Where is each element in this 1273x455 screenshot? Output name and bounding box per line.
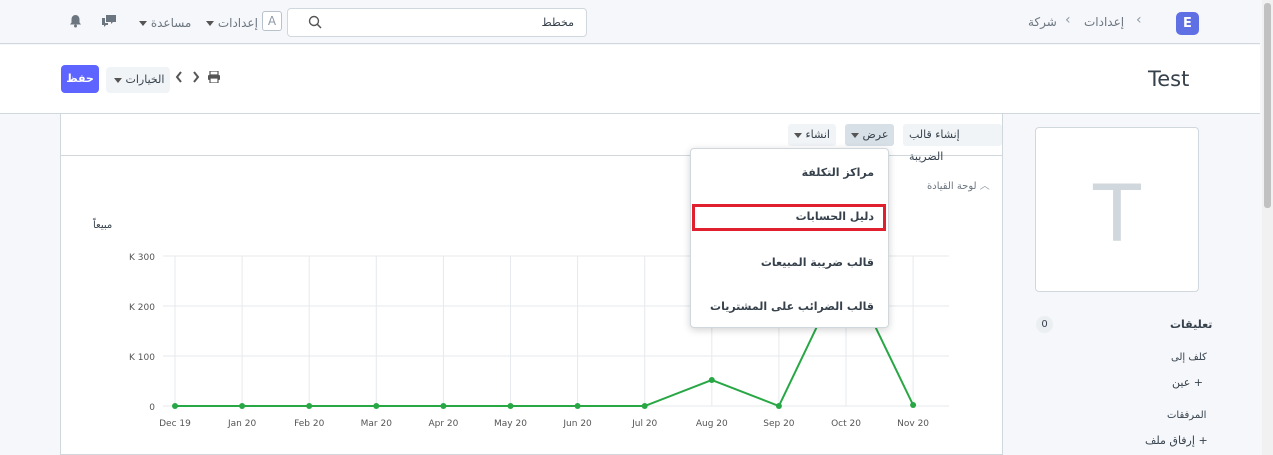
assigned-to-label: كلف إلى (1171, 352, 1207, 363)
highlight-box (692, 204, 886, 231)
y-tick-label: K 200 (129, 303, 155, 313)
save-button[interactable]: حفظ (61, 65, 99, 93)
breadcrumb-settings[interactable]: إعدادات (1084, 15, 1124, 29)
attach-file-link[interactable]: إرفاق ملف + (1145, 434, 1208, 447)
data-point[interactable] (507, 403, 514, 409)
chart-y-label: مبيعاً (93, 217, 112, 231)
x-tick-label: Oct 20 (831, 419, 861, 429)
x-tick-label: Jun 20 (562, 419, 592, 429)
chevron-left-icon: ‹ (1136, 12, 1142, 28)
chevron-left-icon: ‹ (1065, 12, 1071, 28)
breadcrumb-company[interactable]: شركة (1028, 15, 1057, 29)
x-tick-label: Nov 20 (897, 419, 929, 429)
scrollbar-thumb[interactable] (1264, 3, 1271, 208)
data-point[interactable] (775, 403, 782, 409)
data-point[interactable] (373, 403, 380, 409)
caret-down-icon (114, 77, 122, 83)
create-dropdown[interactable]: انشاء (788, 124, 836, 146)
data-point[interactable] (172, 403, 178, 409)
x-tick-label: Apr 20 (428, 419, 458, 429)
data-point[interactable] (306, 403, 313, 409)
data-point[interactable] (641, 403, 648, 409)
dashboard-label: لوحة القيادة (927, 181, 977, 192)
caret-down-icon (206, 21, 214, 26)
dashboard-toggle[interactable]: لوحة القيادة ︿ (927, 177, 990, 192)
comments-label: تعليقات (1170, 318, 1213, 331)
page-head: Test حفظ الخيارات (0, 45, 1260, 114)
print-icon[interactable] (207, 70, 221, 86)
data-point[interactable] (239, 403, 246, 409)
x-tick-label: Mar 20 (361, 419, 393, 429)
search-value: مخطط (541, 16, 574, 29)
create-label: انشاء (805, 128, 830, 141)
next-icon[interactable] (192, 71, 200, 86)
caret-down-icon (794, 132, 802, 138)
view-dropdown[interactable]: عرض (845, 124, 895, 146)
settings-dropdown[interactable]: إعدادات (206, 16, 258, 30)
company-image[interactable]: T (1035, 127, 1199, 292)
view-dropdown-menu: مراكز التكلفة دليل الحسابات قالب ضريبة ا… (690, 148, 889, 328)
chat-icon[interactable] (101, 14, 117, 31)
navbar: E ‹ إعدادات ‹ شركة مخطط A إعدادات مساعدة (0, 0, 1260, 44)
attach-file-label: إرفاق ملف (1145, 434, 1195, 447)
search-input[interactable]: مخطط (287, 8, 587, 37)
options-dropdown[interactable]: الخيارات (106, 67, 170, 93)
plus-icon: + (1198, 434, 1208, 447)
y-tick-label: 0 (149, 403, 155, 413)
page-title: Test (1148, 67, 1190, 91)
search-icon (308, 15, 322, 32)
menu-item-cost-centers[interactable]: مراكز التكلفة (802, 166, 874, 179)
caret-down-icon (139, 21, 147, 26)
create-tax-template-button[interactable]: إنشاء قالب الضريبة (903, 124, 1002, 163)
app-logo[interactable]: E (1176, 12, 1199, 35)
y-tick-label: K 100 (129, 353, 155, 363)
data-point[interactable] (708, 377, 715, 383)
image-placeholder-letter: T (1093, 170, 1141, 260)
x-tick-label: Sep 20 (763, 419, 795, 429)
options-label: الخيارات (125, 73, 165, 86)
chevron-up-icon: ︿ (979, 181, 990, 192)
help-label: مساعدة (150, 16, 192, 30)
x-tick-label: Aug 20 (696, 419, 728, 429)
x-tick-label: Jan 20 (227, 419, 256, 429)
plus-icon: + (1193, 376, 1203, 389)
data-point[interactable] (440, 403, 447, 409)
x-tick-label: Jul 20 (631, 419, 657, 429)
comments-count-badge: 0 (1036, 316, 1053, 333)
assign-link[interactable]: عين + (1172, 376, 1203, 389)
user-avatar[interactable]: A (262, 11, 282, 31)
caret-down-icon (851, 132, 859, 138)
x-tick-label: Dec 19 (159, 419, 191, 429)
x-tick-label: Feb 20 (294, 419, 325, 429)
attachments-label: المرفقات (1167, 410, 1207, 421)
x-tick-label: May 20 (494, 419, 527, 429)
bell-icon[interactable] (69, 14, 82, 31)
data-point[interactable] (910, 402, 917, 408)
data-point[interactable] (574, 403, 581, 409)
menu-item-purchase-tax-template[interactable]: قالب الضرائب على المشتريات (710, 300, 874, 313)
view-label: عرض (862, 128, 889, 141)
y-tick-label: K 300 (129, 253, 155, 263)
help-dropdown[interactable]: مساعدة (139, 16, 191, 30)
previous-icon[interactable] (175, 71, 183, 86)
menu-item-sales-tax-template[interactable]: قالب ضريبة المبيعات (761, 256, 874, 269)
settings-label: إعدادات (217, 16, 258, 30)
assign-label: عين (1172, 376, 1191, 389)
